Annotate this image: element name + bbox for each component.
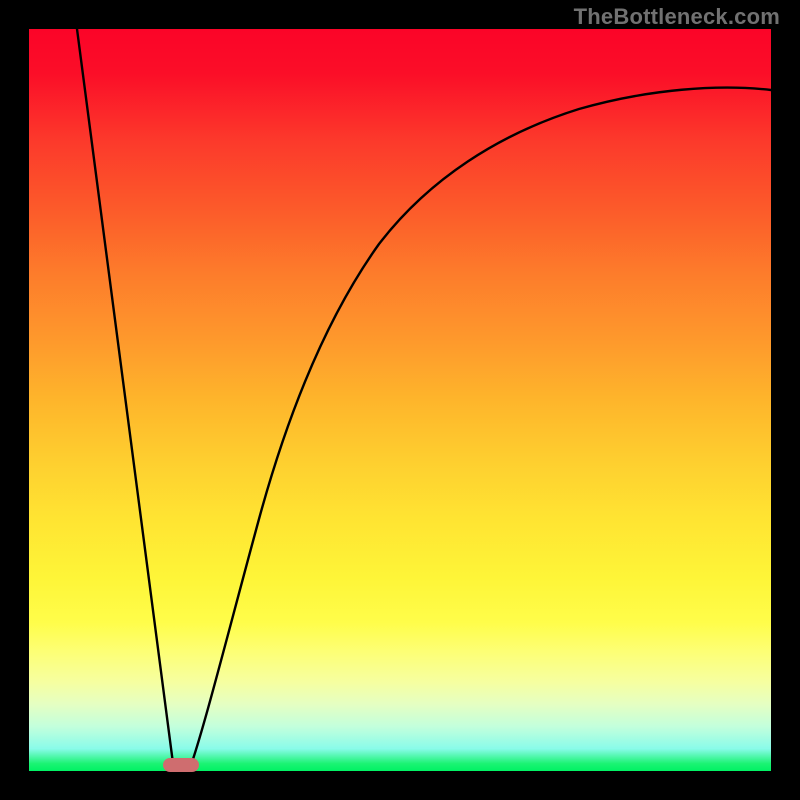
curve-right-segment — [189, 88, 771, 771]
plot-frame — [29, 29, 771, 771]
bottleneck-curve — [29, 29, 771, 771]
watermark-text: TheBottleneck.com — [574, 4, 780, 30]
optimum-marker — [163, 758, 199, 772]
curve-group — [77, 29, 771, 771]
curve-left-segment — [77, 29, 174, 771]
